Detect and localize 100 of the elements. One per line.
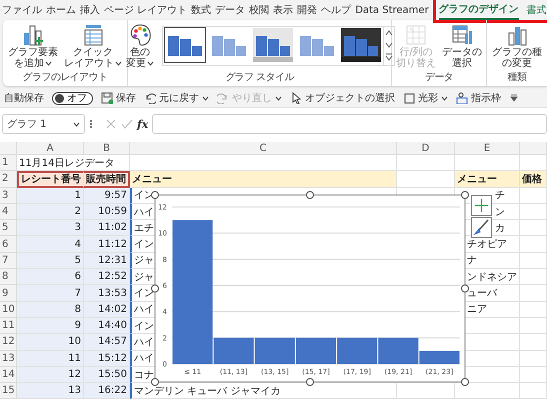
- table-cell: 4: [17, 236, 84, 253]
- ribbon-tab[interactable]: 表示: [273, 1, 294, 19]
- square-icon: [403, 92, 415, 104]
- row-header[interactable]: 11: [0, 318, 17, 334]
- table-cell: 15:12: [84, 350, 130, 367]
- chart-style-thumbnail[interactable]: [253, 28, 293, 62]
- ribbon-tab[interactable]: 書式: [526, 1, 547, 19]
- row-header[interactable]: 8: [0, 269, 17, 286]
- table-cell: [520, 366, 547, 384]
- row-header[interactable]: 1: [0, 155, 17, 172]
- ribbon-tab[interactable]: ページ レイアウト: [104, 1, 188, 19]
- ribbon-tab[interactable]: データ: [215, 1, 246, 19]
- resize-handle[interactable]: [151, 284, 159, 292]
- row-header[interactable]: 4: [0, 204, 17, 220]
- histogram-bar[interactable]: [254, 338, 295, 364]
- table-cell: 6: [17, 269, 84, 286]
- ribbon-tab[interactable]: グラフのデザイン: [438, 0, 519, 20]
- column-header[interactable]: D: [397, 142, 455, 155]
- group-label: グラフ スタイル: [225, 71, 294, 85]
- ribbon-tab[interactable]: 開発: [297, 1, 318, 19]
- name-box[interactable]: グラフ 1: [2, 114, 85, 134]
- table-cell: 11: [17, 350, 84, 367]
- toolbar-button[interactable]: 光彩: [403, 91, 448, 105]
- ribbon-tab[interactable]: ヘルプ: [321, 1, 352, 19]
- ribbon-button[interactable]: データの 選択: [440, 23, 484, 69]
- row-header[interactable]: 2: [0, 171, 17, 188]
- table-cell: メニュー: [130, 171, 397, 188]
- row-header[interactable]: 5: [0, 220, 17, 236]
- ribbon-button[interactable]: 色の 変更: [124, 23, 156, 69]
- caret-icon: [73, 122, 80, 126]
- row-header[interactable]: 12: [0, 334, 17, 351]
- expand-icon[interactable]: [384, 51, 394, 63]
- chart-style-button[interactable]: [471, 217, 492, 238]
- row-header[interactable]: 14: [0, 366, 17, 384]
- table-cell: 10:59: [84, 204, 130, 220]
- resize-handle[interactable]: [461, 191, 469, 199]
- formula-input[interactable]: [152, 114, 547, 134]
- row-header[interactable]: 3: [0, 188, 17, 204]
- row-header[interactable]: 9: [0, 285, 17, 302]
- group-label: データ: [424, 71, 454, 85]
- ribbon-button[interactable]: クイック レイアウト: [62, 23, 124, 69]
- toolbar-button[interactable]: 元に戻す: [144, 91, 209, 105]
- table-cell: 12:31: [84, 252, 130, 270]
- ribbon-button[interactable]: グラフ要素 を追加: [6, 23, 60, 69]
- table-cell: 1: [17, 188, 84, 204]
- column-header[interactable]: A: [17, 142, 84, 155]
- histogram-bar[interactable]: [296, 338, 336, 364]
- table-cell: 11:02: [84, 220, 130, 236]
- ribbon-tab[interactable]: 数式: [191, 1, 212, 19]
- ribbon-tab[interactable]: 挿入: [80, 1, 100, 19]
- ribbon-button[interactable]: グラフの種 の変更: [490, 23, 544, 69]
- table-cell: [520, 188, 547, 204]
- ribbon-tab[interactable]: ホーム: [46, 1, 76, 19]
- table-cell: 3: [17, 220, 84, 236]
- ribbon-tab[interactable]: 校閲: [249, 1, 270, 19]
- add-chart-element-button[interactable]: [471, 195, 492, 216]
- row-header[interactable]: 13: [0, 350, 17, 367]
- table-cell: 12:52: [84, 269, 130, 286]
- table-cell: [520, 220, 547, 236]
- resize-handle[interactable]: [461, 284, 469, 292]
- resize-handle[interactable]: [461, 378, 469, 386]
- column-header[interactable]: B: [84, 142, 130, 155]
- row-header[interactable]: 15: [0, 383, 17, 400]
- row-header[interactable]: 7: [0, 252, 17, 270]
- ribbon-tab[interactable]: ファイル: [2, 1, 42, 19]
- column-header[interactable]: C: [130, 142, 397, 155]
- toolbar-button[interactable]: 保存: [101, 91, 136, 105]
- caret-icon: [115, 61, 122, 66]
- table-cell: 11:12: [84, 236, 130, 253]
- palette-icon: [129, 23, 151, 47]
- toolbar-button[interactable]: オブジェクトの選択: [290, 91, 395, 105]
- row-header[interactable]: 6: [0, 236, 17, 253]
- resize-handle[interactable]: [306, 378, 314, 386]
- toolbar-button[interactable]: 指示枠: [456, 91, 501, 105]
- column-header[interactable]: E: [455, 142, 520, 155]
- histogram-bar[interactable]: [419, 350, 460, 364]
- customize-icon[interactable]: [509, 93, 519, 103]
- resize-handle[interactable]: [151, 191, 159, 199]
- table-cell: 16:22: [84, 383, 130, 400]
- row-header[interactable]: 10: [0, 302, 17, 318]
- histogram-bar[interactable]: [337, 338, 378, 364]
- chart-icon: [405, 23, 427, 47]
- table-cell: 2: [17, 204, 84, 220]
- insert-function-button[interactable]: fx: [137, 118, 148, 130]
- table-cell: 14:57: [84, 334, 130, 351]
- resize-handle[interactable]: [151, 378, 159, 386]
- callout-icon: [456, 92, 468, 104]
- table-cell: [520, 285, 547, 302]
- resize-handle[interactable]: [306, 191, 314, 199]
- chart-style-thumbnail[interactable]: [165, 28, 205, 62]
- histogram-bar[interactable]: [378, 338, 418, 364]
- histogram-bar[interactable]: [214, 338, 254, 364]
- table-cell: 7: [17, 285, 84, 302]
- table-cell: 14:02: [84, 302, 130, 318]
- ribbon-tab[interactable]: Data Streamer: [355, 2, 429, 18]
- chart-style-thumbnail[interactable]: [341, 28, 381, 62]
- table-cell: [520, 350, 547, 367]
- table-cell: 8: [17, 302, 84, 318]
- autosave-toggle[interactable]: オフ: [52, 92, 93, 104]
- table-cell: 価格: [520, 171, 547, 188]
